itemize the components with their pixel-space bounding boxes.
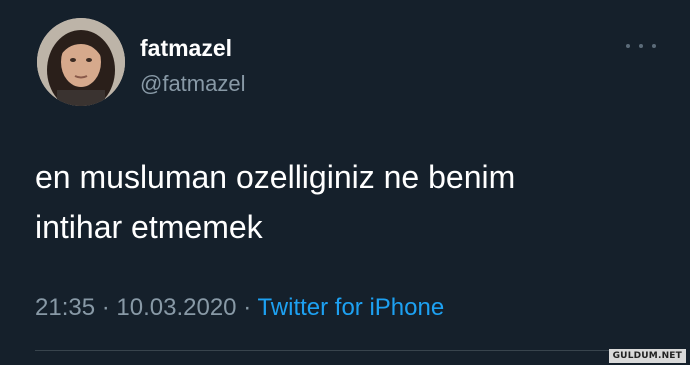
tweet-card: fatmazel @fatmazel en musluman ozelligin…	[0, 0, 690, 365]
dot	[626, 44, 630, 48]
meta-separator: ·	[101, 294, 110, 321]
display-name[interactable]: fatmazel	[140, 34, 232, 62]
tweet-source-link[interactable]: Twitter for iPhone	[257, 294, 444, 321]
avatar[interactable]	[37, 18, 125, 106]
more-options-icon[interactable]	[626, 36, 656, 56]
tweet-date[interactable]: 10.03.2020	[116, 294, 236, 321]
dot	[639, 44, 643, 48]
tweet-text-line: intihar etmemek	[35, 209, 263, 245]
watermark: GULDUM.NET	[608, 349, 686, 363]
meta-separator: ·	[243, 294, 252, 321]
tweet-metadata: 21:35 · 10.03.2020 · Twitter for iPhone	[35, 293, 444, 323]
tweet-text: en musluman ozelliginiz ne benim intihar…	[35, 152, 655, 252]
tweet-time[interactable]: 21:35	[35, 294, 95, 321]
tweet-text-line: en musluman ozelliginiz ne benim	[35, 159, 516, 195]
user-handle[interactable]: @fatmazel	[140, 70, 245, 98]
avatar-photo-icon	[37, 18, 125, 106]
dot	[652, 44, 656, 48]
divider	[35, 350, 650, 351]
